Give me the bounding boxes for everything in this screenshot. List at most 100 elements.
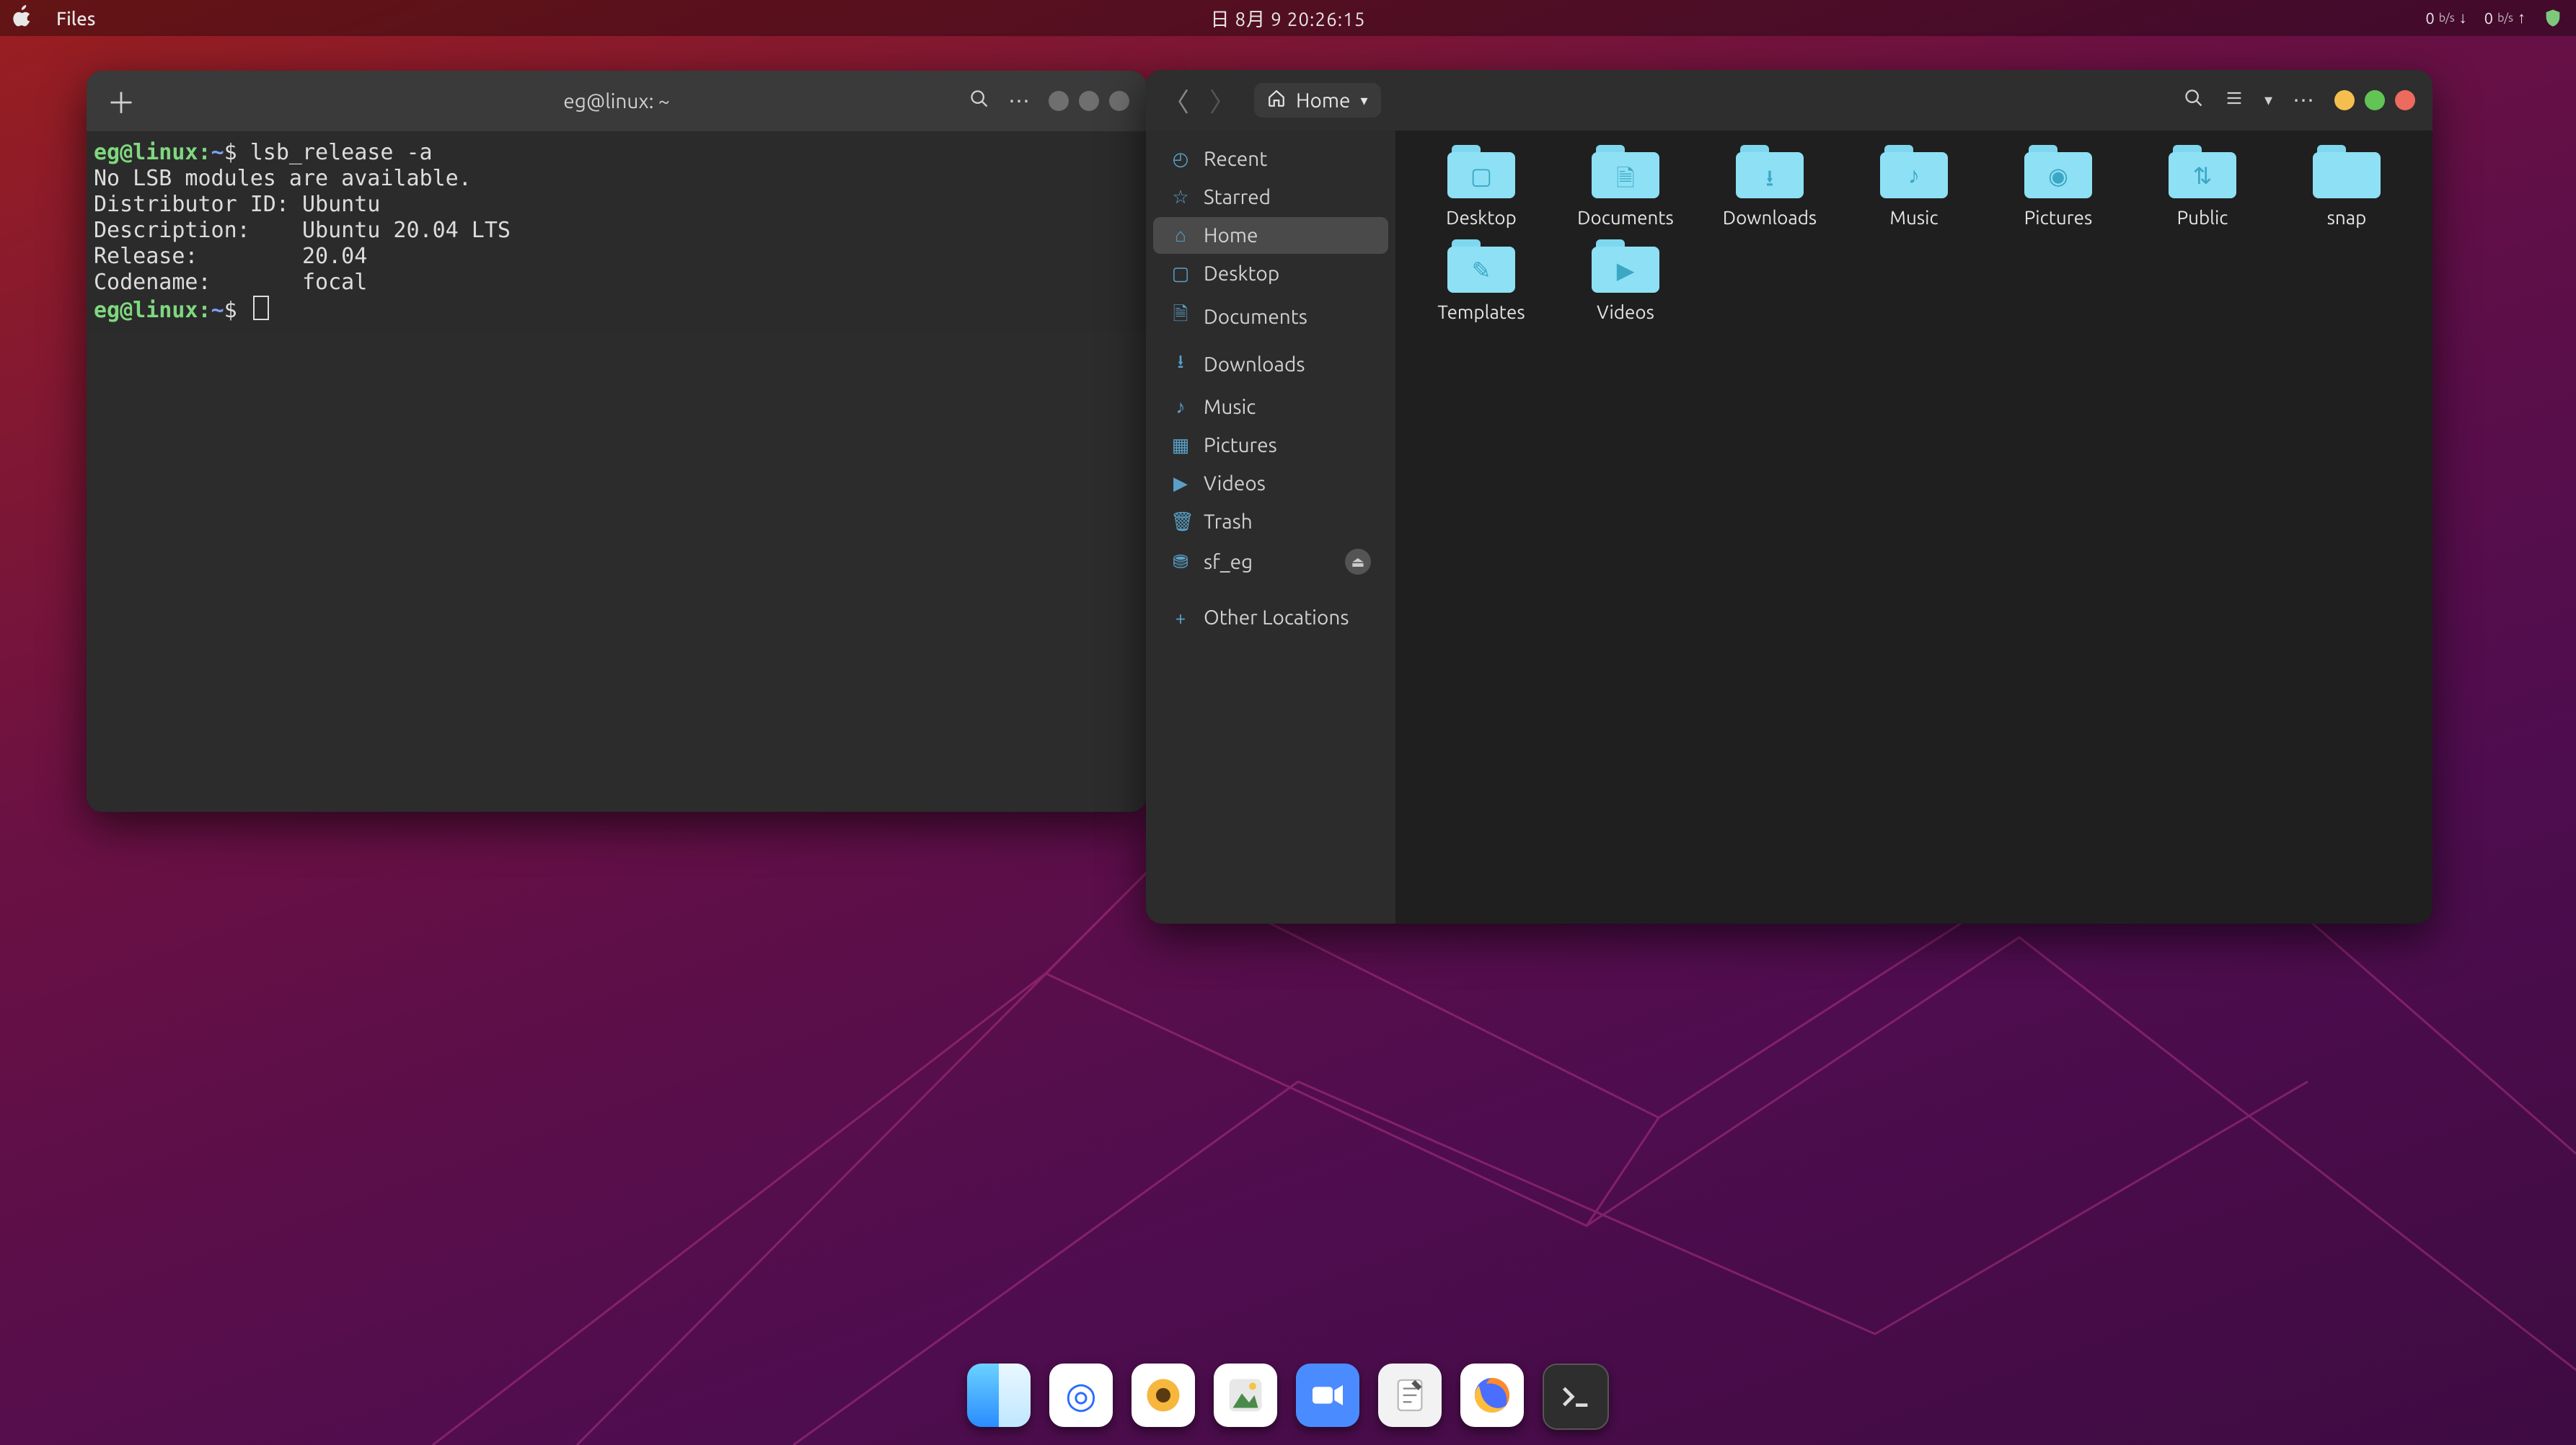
terminal-prompt-user: eg@linux [94, 140, 198, 165]
search-icon[interactable] [969, 89, 989, 113]
terminal-output-line: No LSB modules are available. [94, 166, 472, 191]
plus-icon: + [1170, 607, 1191, 628]
chevron-down-icon: ▾ [1361, 92, 1368, 109]
terminal-titlebar[interactable]: ＋ eg@linux: ~ ⋯ [87, 71, 1147, 131]
sidebar-item-label: Other Locations [1204, 606, 1349, 629]
folder-public[interactable]: ⇅ Public [2134, 145, 2271, 228]
downloads-icon: ⭳ [1170, 348, 1191, 380]
sidebar-item-label: Documents [1204, 306, 1307, 328]
files-window[interactable]: 〈 〉 Home ▾ ▾ ⋯ [1146, 70, 2432, 924]
eject-icon[interactable]: ⏏ [1345, 549, 1371, 575]
desktop-icon: ▢ [1170, 262, 1191, 285]
terminal-close-button[interactable] [1109, 91, 1129, 111]
menubar-app-name[interactable]: Files [56, 8, 95, 29]
sidebar-item-sf-eg[interactable]: ⛃ sf_eg ⏏ [1153, 542, 1388, 582]
view-dropdown-icon[interactable]: ▾ [2264, 91, 2272, 110]
files-location-bar[interactable]: Home ▾ [1254, 83, 1381, 118]
menubar-datetime[interactable]: 日 8月 9 20:26:15 [1211, 5, 1366, 32]
files-sidebar: ◴ Recent ☆ Starred ⌂ Home ▢ Desktop 🗎 Do… [1146, 131, 1395, 924]
sidebar-item-pictures[interactable]: ▦ Pictures [1153, 427, 1388, 464]
terminal-window[interactable]: ＋ eg@linux: ~ ⋯ eg@linux:~$ lsb_release … [87, 71, 1147, 812]
folder-snap[interactable]: snap [2278, 145, 2415, 228]
dock-app-4[interactable] [1214, 1364, 1277, 1427]
terminal-prompt-sym: $ [224, 140, 237, 165]
folder-documents[interactable]: 🗎 Documents [1557, 145, 1694, 228]
folder-label: Desktop [1446, 207, 1517, 228]
folder-label: Downloads [1723, 207, 1817, 228]
net-up-unit: b/s [2497, 12, 2513, 25]
folder-icon: ▶ [1592, 239, 1659, 293]
folder-pictures[interactable]: ◉ Pictures [1990, 145, 2127, 228]
net-down-indicator[interactable]: 0 b/s ↓ [2425, 9, 2466, 27]
sidebar-item-label: Pictures [1204, 434, 1277, 456]
folder-icon: ▢ [1447, 145, 1515, 198]
files-close-button[interactable] [2395, 90, 2415, 110]
sidebar-item-trash[interactable]: 🗑 Trash [1153, 503, 1388, 540]
nav-back-button[interactable]: 〈 [1163, 81, 1189, 119]
terminal-title: eg@linux: ~ [563, 90, 669, 112]
folder-downloads[interactable]: ⭳ Downloads [1701, 145, 1838, 228]
sidebar-item-music[interactable]: ♪ Music [1153, 389, 1388, 425]
terminal-command: lsb_release -a [250, 140, 433, 165]
dock-app-2[interactable]: ◎ [1049, 1364, 1113, 1427]
sidebar-item-label: Trash [1204, 511, 1253, 533]
files-titlebar[interactable]: 〈 〉 Home ▾ ▾ ⋯ [1146, 70, 2432, 131]
files-traffic-lights [2334, 90, 2415, 110]
terminal-body[interactable]: eg@linux:~$ lsb_release -a No LSB module… [87, 131, 1147, 332]
sidebar-item-home[interactable]: ⌂ Home [1153, 217, 1388, 254]
shield-icon[interactable] [2543, 8, 2563, 28]
net-down-value: 0 [2425, 9, 2434, 27]
sidebar-item-documents[interactable]: 🗎 Documents [1153, 293, 1388, 340]
terminal-min-button[interactable] [1049, 91, 1069, 111]
files-grid: ▢ Desktop 🗎 Documents ⭳ Downloads ♪ Musi… [1413, 145, 2415, 322]
search-icon[interactable] [2184, 88, 2204, 112]
arrow-up-icon: ↑ [2518, 9, 2526, 27]
terminal-cursor [253, 296, 269, 320]
folder-icon: ✎ [1447, 239, 1515, 293]
sidebar-item-other-locations[interactable]: + Other Locations [1153, 599, 1388, 636]
videos-icon: ▶ [1170, 472, 1191, 495]
terminal-traffic-lights [1049, 91, 1129, 111]
more-menu-icon[interactable]: ⋯ [2293, 87, 2314, 113]
new-tab-button[interactable]: ＋ [104, 84, 138, 118]
apple-menu-icon[interactable] [13, 5, 32, 31]
dock-app-finder[interactable] [967, 1364, 1031, 1427]
files-content-pane[interactable]: ▢ Desktop 🗎 Documents ⭳ Downloads ♪ Musi… [1395, 131, 2432, 924]
arrow-down-icon: ↓ [2459, 9, 2467, 27]
dock-app-3[interactable] [1132, 1364, 1195, 1427]
menu-dots-icon[interactable]: ⋯ [1008, 88, 1030, 114]
dock: ◎ [951, 1352, 1625, 1441]
folder-icon: ⇅ [2169, 145, 2236, 198]
folder-videos[interactable]: ▶ Videos [1557, 239, 1694, 322]
terminal-prompt-sep: : [198, 140, 211, 165]
folder-icon: ⭳ [1736, 145, 1804, 198]
nav-forward-button[interactable]: 〉 [1209, 81, 1235, 119]
net-up-indicator[interactable]: 0 b/s ↑ [2484, 9, 2526, 27]
dock-app-firefox[interactable] [1460, 1364, 1524, 1427]
sidebar-item-label: Videos [1204, 472, 1266, 495]
sidebar-item-starred[interactable]: ☆ Starred [1153, 179, 1388, 216]
folder-desktop[interactable]: ▢ Desktop [1413, 145, 1550, 228]
folder-music[interactable]: ♪ Music [1845, 145, 1982, 228]
view-list-icon[interactable] [2224, 88, 2244, 112]
terminal-max-button[interactable] [1079, 91, 1099, 111]
dock-app-zoom[interactable] [1296, 1364, 1359, 1427]
documents-icon: 🗎 [1170, 301, 1191, 332]
pictures-icon: ▦ [1170, 434, 1191, 456]
terminal-output-line: Codename: focal [94, 270, 367, 295]
sidebar-item-videos[interactable]: ▶ Videos [1153, 465, 1388, 502]
dock-app-terminal[interactable] [1543, 1364, 1609, 1430]
files-min-button[interactable] [2334, 90, 2355, 110]
folder-label: snap [2327, 207, 2367, 228]
sidebar-item-downloads[interactable]: ⭳ Downloads [1153, 341, 1388, 387]
folder-templates[interactable]: ✎ Templates [1413, 239, 1550, 322]
files-max-button[interactable] [2365, 90, 2385, 110]
sidebar-item-recent[interactable]: ◴ Recent [1153, 141, 1388, 177]
sidebar-item-desktop[interactable]: ▢ Desktop [1153, 255, 1388, 292]
folder-label: Music [1889, 207, 1938, 228]
terminal-output-line: Description: Ubuntu 20.04 LTS [94, 218, 511, 243]
folder-label: Documents [1577, 207, 1674, 228]
sidebar-item-label: Recent [1204, 148, 1267, 170]
dock-app-notes[interactable] [1378, 1364, 1442, 1427]
menubar: Files 日 8月 9 20:26:15 0 b/s ↓ 0 b/s ↑ [0, 0, 2576, 36]
